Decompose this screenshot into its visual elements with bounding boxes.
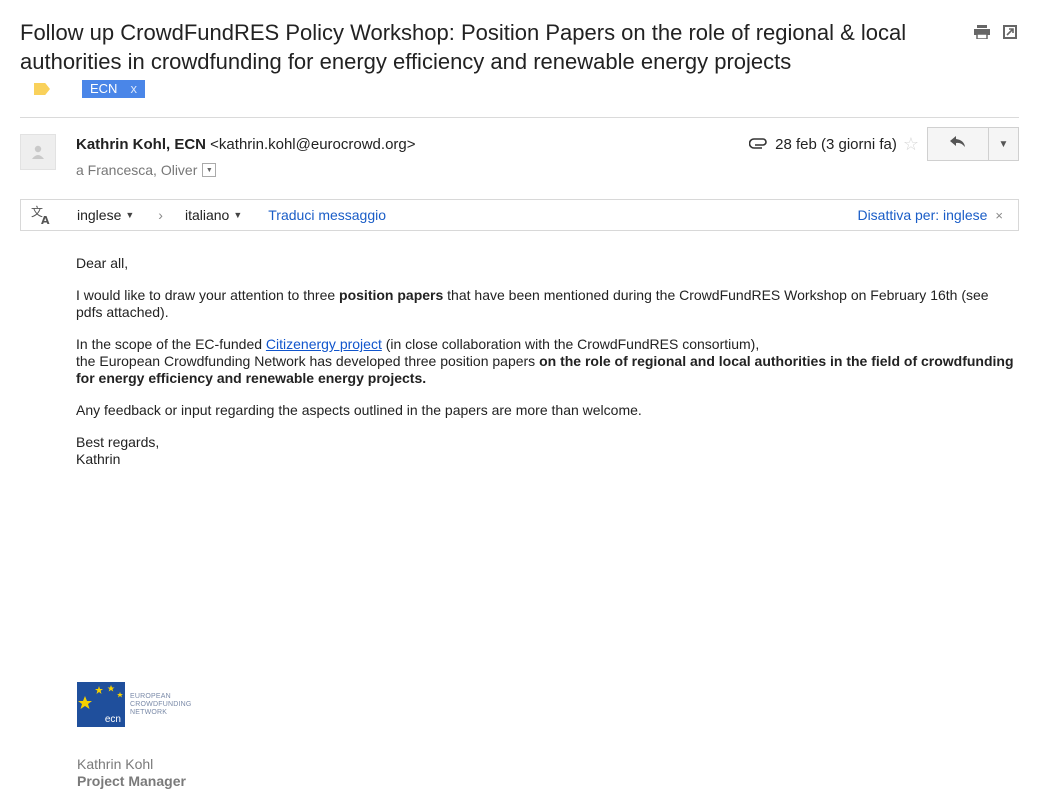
closing-text: Best regards, <box>76 434 160 450</box>
body-paragraph-1: I would like to draw your attention to t… <box>76 287 1016 321</box>
svg-text:A: A <box>41 214 50 225</box>
message-meta: 28 feb (3 giorni fa) ☆ <box>748 135 919 153</box>
avatar-icon <box>20 134 56 170</box>
sender-email: <kathrin.kohl@eurocrowd.org> <box>210 136 416 153</box>
label-remove-button[interactable]: x <box>130 80 137 98</box>
bold-text: position papers <box>339 287 444 303</box>
labels-row: ECN x <box>34 80 145 98</box>
text: In the scope of the EC-funded <box>76 336 266 352</box>
source-language-label: inglese <box>77 207 122 223</box>
close-icon[interactable]: × <box>995 208 1003 223</box>
text: (in close collaboration with the CrowdFu… <box>381 336 760 352</box>
chevron-down-icon: ▼ <box>125 210 135 220</box>
logo-mark-text: ecn <box>104 714 121 725</box>
disable-translation: Disattiva per: inglese × <box>857 207 1003 223</box>
signature: Kathrin Kohl Project Manager <box>77 756 186 790</box>
recipients-line: a Francesca, Oliver ▼ <box>76 162 217 178</box>
body-paragraph-3: Any feedback or input regarding the aspe… <box>76 402 642 418</box>
reply-icon <box>950 135 966 153</box>
logo-line: EUROPEAN <box>130 692 171 700</box>
chevron-right-icon: › <box>158 207 163 223</box>
logo-line: NETWORK <box>130 708 168 716</box>
sender-name[interactable]: Kathrin Kohl, ECN <box>76 136 206 153</box>
text: I would like to draw your attention to t… <box>76 287 340 303</box>
sender-line: Kathrin Kohl, ECN <kathrin.kohl@eurocrow… <box>76 136 416 153</box>
star-icon[interactable]: ☆ <box>903 135 919 153</box>
signature-role: Project Manager <box>77 773 186 789</box>
more-options-button[interactable]: ▼ <box>989 127 1019 161</box>
email-subject: Follow up CrowdFundRES Policy Workshop: … <box>20 20 907 74</box>
message-body: Dear all, I would like to draw your atte… <box>76 255 1016 483</box>
attachment-icon <box>748 136 769 153</box>
reply-group: ▼ <box>927 127 1019 161</box>
ecn-logo: ecn EUROPEAN CROWDFUNDING NETWORK <box>77 682 192 727</box>
source-language-select[interactable]: inglese ▼ <box>77 207 134 223</box>
disable-translation-link[interactable]: Disattiva per: inglese <box>857 207 987 223</box>
more-icon: ▼ <box>998 138 1009 150</box>
label-icon[interactable] <box>34 83 50 95</box>
closing: Best regards, Kathrin <box>76 434 1016 468</box>
chevron-down-icon: ▼ <box>233 210 243 220</box>
recipients-text: a Francesca, Oliver <box>76 162 198 178</box>
logo-mark: ecn <box>77 682 125 727</box>
text: the European Crowdfunding Network has de… <box>76 353 540 369</box>
signature-name: Kathrin Kohl <box>77 756 154 772</box>
target-language-select[interactable]: italiano ▼ <box>185 207 242 223</box>
new-window-icon[interactable] <box>1002 24 1018 40</box>
label-chip-name: ECN <box>90 81 118 96</box>
recipient-details-button[interactable]: ▼ <box>202 163 217 177</box>
closing-name: Kathrin <box>76 451 121 467</box>
logo-text: EUROPEAN CROWDFUNDING NETWORK <box>130 693 192 717</box>
logo-line: CROWDFUNDING <box>130 700 192 708</box>
translate-icon: 文A <box>31 204 53 226</box>
body-paragraph-2: In the scope of the EC-funded Citizenerg… <box>76 336 1016 387</box>
translate-bar: 文A inglese ▼ › italiano ▼ Traduci messag… <box>20 199 1019 231</box>
translate-message-link[interactable]: Traduci messaggio <box>268 207 386 223</box>
print-icon[interactable] <box>974 24 990 40</box>
header-actions <box>974 24 1018 40</box>
message-date: 28 feb (3 giorni fa) <box>775 136 897 153</box>
target-language-label: italiano <box>184 207 230 223</box>
label-chip-ecn[interactable]: ECN x <box>82 80 145 98</box>
header-divider <box>20 117 1019 118</box>
greeting: Dear all, <box>76 255 129 271</box>
citizenergy-link[interactable]: Citizenergy project <box>266 336 382 352</box>
reply-button[interactable] <box>927 127 989 161</box>
